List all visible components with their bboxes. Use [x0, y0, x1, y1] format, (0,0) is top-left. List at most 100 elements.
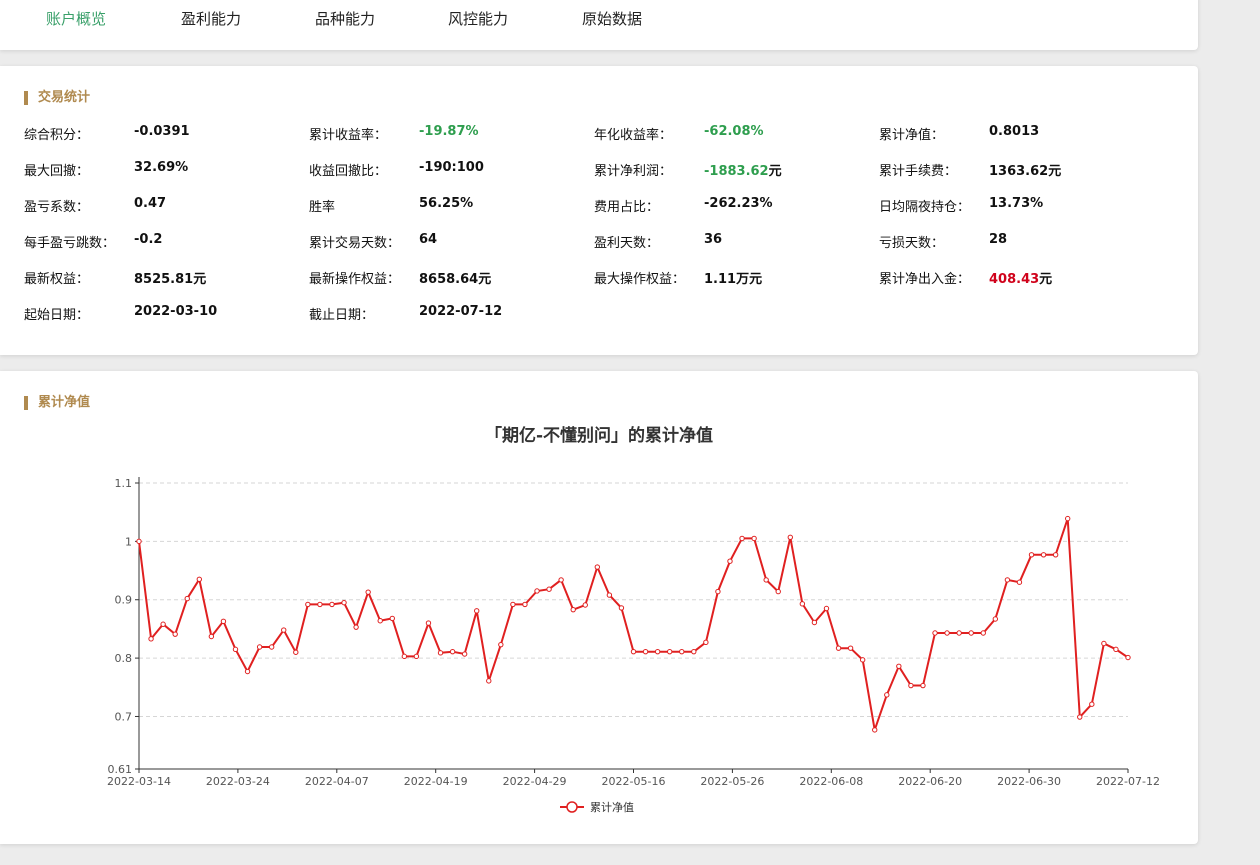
- tab-profitability[interactable]: 盈利能力: [181, 8, 241, 29]
- data-point: [389, 615, 395, 622]
- x-tick-label: 2022-06-30: [997, 775, 1061, 788]
- tab-account-overview[interactable]: 账户概览: [46, 8, 106, 29]
- data-point: [160, 621, 166, 627]
- series-line: [138, 518, 1129, 731]
- tab-risk-control[interactable]: 风控能力: [448, 8, 508, 29]
- x-tick-label: 2022-04-29: [503, 775, 567, 788]
- stat-value: 8658.64元: [419, 268, 491, 287]
- data-point: [763, 577, 769, 583]
- x-tick-label: 2022-05-26: [700, 775, 764, 788]
- x-tick-label: 2022-04-07: [305, 775, 369, 788]
- stat-value: -190:100: [419, 160, 484, 175]
- tab-raw-data[interactable]: 原始数据: [582, 8, 642, 29]
- data-point: [775, 588, 781, 595]
- nav-tab-bar: 账户概览 盈利能力 品种能力 风控能力 原始数据: [0, 0, 1198, 50]
- data-point: [522, 601, 528, 608]
- stat-number: 8525.81: [134, 272, 194, 287]
- stat-label: 累计净值：: [879, 128, 945, 143]
- stat-value: -262.23%: [704, 196, 773, 211]
- data-point: [437, 650, 444, 656]
- stat-unit: 元: [193, 272, 207, 287]
- data-point: [1064, 515, 1071, 522]
- stat-label: 累计收益率：: [309, 128, 388, 143]
- x-tick-label: 2022-04-19: [404, 775, 468, 788]
- data-point: [896, 663, 902, 669]
- data-point: [1052, 552, 1059, 558]
- data-point: [679, 648, 685, 655]
- y-tick-label: 1.1: [115, 477, 133, 490]
- x-tick-label: 2022-07-12: [1096, 775, 1160, 788]
- stat-label: 亏损天数：: [879, 236, 945, 251]
- y-tick-label: 0.9: [115, 594, 133, 607]
- stat-label: 年化收益率：: [594, 128, 673, 143]
- stat-number: 13.73%: [989, 196, 1044, 211]
- stat-label: 盈利天数：: [594, 236, 660, 251]
- data-point: [281, 627, 287, 633]
- data-point: [208, 633, 215, 640]
- data-point: [1089, 701, 1095, 707]
- stat-number: -0.0391: [134, 124, 190, 139]
- data-point: [884, 692, 890, 698]
- stat-label: 综合积分：: [24, 128, 90, 143]
- data-point: [618, 605, 625, 611]
- stat-number: 1.11万: [704, 272, 750, 287]
- stat-label: 最新权益：: [24, 272, 90, 287]
- data-point: [461, 651, 468, 657]
- data-point: [401, 653, 408, 660]
- data-point: [799, 601, 806, 607]
- stat-number: -19.87%: [419, 124, 479, 139]
- x-tick-label: 2022-03-24: [206, 775, 270, 788]
- stat-number: 0.47: [134, 196, 167, 211]
- stat-number: 28: [989, 232, 1008, 247]
- data-point: [920, 682, 926, 689]
- data-point: [474, 608, 480, 614]
- data-point: [365, 589, 371, 595]
- data-point: [582, 602, 588, 608]
- data-point: [534, 588, 540, 594]
- data-point: [256, 644, 263, 650]
- trade-stats-panel: 交易统计 综合积分： -0.0391 累计收益率： -19.87% 年化收益率： -62.…: [0, 66, 1198, 355]
- data-point: [305, 601, 311, 608]
- data-point: [353, 624, 359, 630]
- tab-product-ability[interactable]: 品种能力: [315, 8, 375, 29]
- data-point: [703, 639, 709, 646]
- data-point: [570, 606, 576, 613]
- data-point: [666, 648, 673, 655]
- stat-label: 胜率: [309, 200, 336, 215]
- data-point: [1040, 552, 1047, 558]
- stat-number: 36: [704, 232, 723, 247]
- stat-value: 32.69%: [134, 160, 188, 175]
- stat-value: -0.2: [134, 232, 162, 247]
- stat-value: 56.25%: [419, 196, 473, 211]
- stat-unit: 元: [1048, 164, 1062, 179]
- data-point: [908, 682, 914, 689]
- x-tick-label: 2022-03-14: [107, 775, 171, 788]
- data-point: [956, 630, 962, 636]
- data-point: [232, 646, 239, 653]
- y-tick-label: 1: [125, 535, 132, 548]
- stat-number: 2022-07-12: [419, 304, 503, 319]
- data-point: [510, 601, 516, 608]
- stat-number: -262.23%: [704, 196, 773, 211]
- stat-label: 费用占比：: [594, 200, 660, 215]
- stat-value: -62.08%: [704, 124, 764, 139]
- data-point: [1028, 552, 1035, 558]
- stat-value: 1.11万元: [704, 268, 762, 287]
- stat-number: 2022-03-10: [134, 304, 218, 319]
- stat-unit: 元: [1039, 272, 1053, 287]
- stat-value: 28: [989, 232, 1007, 247]
- stat-value: -19.87%: [419, 124, 479, 139]
- stat-number: 1363.62: [989, 164, 1049, 179]
- data-point: [1077, 714, 1083, 720]
- data-point: [148, 636, 154, 642]
- stat-value: -0.0391: [134, 124, 190, 139]
- data-point: [413, 653, 420, 660]
- stat-unit: 元: [768, 164, 782, 179]
- data-point: [691, 648, 697, 655]
- data-point: [859, 657, 866, 663]
- data-point: [835, 645, 842, 651]
- stat-number: 64: [419, 232, 438, 247]
- y-tick-label: 0.8: [115, 652, 133, 665]
- stat-number: -190:100: [419, 160, 484, 175]
- data-point: [594, 564, 601, 570]
